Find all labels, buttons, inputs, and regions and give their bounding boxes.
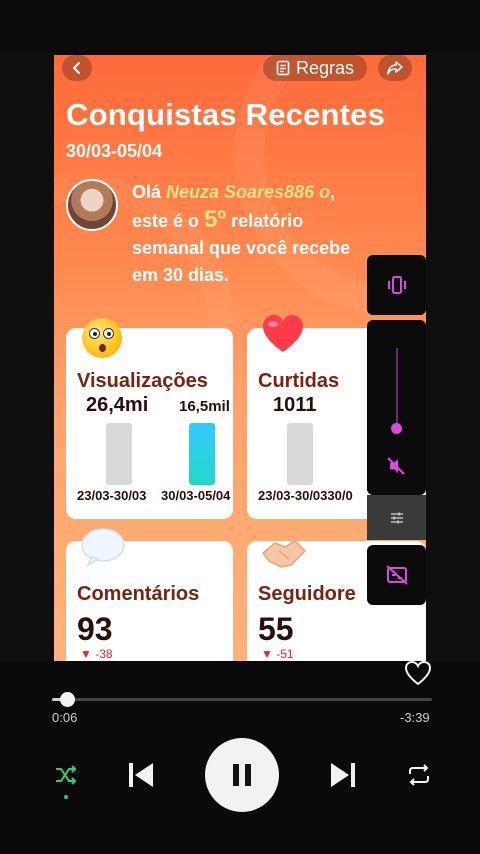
remaining-time: -3:39 [400, 710, 430, 725]
likes-xlabel: 23/03-30/0330/0 [258, 488, 353, 503]
previous-button[interactable] [122, 756, 160, 794]
skip-previous-icon [129, 763, 153, 787]
speech-bubble-icon [81, 528, 125, 567]
views-label: Visualizações [77, 370, 208, 392]
handshake-icon [261, 541, 307, 568]
followers-label: Seguidore [258, 583, 356, 605]
avatar [66, 179, 118, 231]
seek-bar-knob[interactable] [60, 692, 76, 707]
back-button[interactable] [62, 55, 92, 81]
heart-outline-icon[interactable] [404, 660, 432, 686]
shuffle-button[interactable] [50, 760, 82, 790]
shuffle-active-dot [64, 795, 68, 799]
followers-delta-value: -51 [276, 647, 294, 661]
repeat-button[interactable] [402, 760, 436, 790]
captions-off-button[interactable] [367, 545, 426, 605]
views-xlabel-prev: 23/03-30/03 [77, 488, 147, 503]
rules-button[interactable]: Regras [263, 55, 367, 81]
muted-icon[interactable] [385, 455, 407, 477]
greeting-line4: em 30 dias. [132, 265, 230, 285]
repeat-icon [409, 764, 429, 786]
heart-icon [263, 315, 303, 352]
views-bar-prev [106, 423, 132, 485]
views-bar-curr [189, 423, 215, 485]
rules-label: Regras [295, 57, 355, 78]
likes-label: Curtidas [258, 370, 340, 392]
likes-value-prev: 1011 [273, 394, 317, 416]
comments-card[interactable]: Comentários 93 ▼ -38 [66, 528, 233, 661]
skip-next-icon [331, 763, 355, 787]
comments-label: Comentários [77, 583, 200, 605]
greeting-prefix: Olá [132, 182, 167, 202]
report-date-range: 30/03-05/04 [66, 141, 163, 161]
views-value-curr: 16,5mil [179, 398, 230, 415]
right-gutter [426, 52, 480, 662]
greeting-line3: semanal que você recebe [132, 238, 351, 258]
surprised-face-icon [82, 318, 122, 358]
views-value-prev: 26,4mi [86, 394, 149, 416]
volume-knob[interactable] [391, 423, 402, 434]
captions-off-icon [385, 565, 408, 585]
comments-value: 93 [77, 611, 113, 647]
username: Neuza Soares886 o [166, 182, 331, 202]
greeting-comma: , [330, 182, 336, 202]
views-xlabel-curr: 30/03-05/04 [161, 488, 231, 503]
document-icon [276, 60, 290, 76]
seek-bar[interactable] [52, 692, 432, 707]
comments-delta-value: -38 [95, 647, 113, 661]
chevron-left-icon [73, 62, 80, 74]
shuffle-icon [56, 765, 77, 785]
app-root: Regras Conquistas Recentes 30/03-05/04 O… [0, 0, 480, 854]
equalizer-settings-button[interactable] [367, 495, 426, 540]
followers-delta: ▼ -51 [261, 647, 294, 661]
elapsed-time: 0:06 [52, 710, 78, 725]
volume-track [396, 348, 398, 428]
next-button[interactable] [324, 756, 362, 794]
greeting-line2-suffix: relatório [226, 211, 304, 231]
share-button[interactable] [378, 55, 412, 81]
pause-icon [233, 764, 251, 786]
vibration-toggle[interactable] [367, 255, 426, 315]
followers-value: 55 [258, 611, 294, 647]
top-bar [0, 0, 480, 52]
pause-button[interactable] [205, 738, 279, 812]
comments-delta: ▼ -38 [80, 647, 113, 661]
sliders-icon [390, 512, 403, 523]
report-title: Conquistas Recentes [66, 97, 386, 132]
likes-bar-prev [287, 423, 313, 485]
share-arrow-icon [387, 61, 403, 75]
vibrate-icon [387, 276, 406, 294]
greeting-line2-prefix: este é o [132, 211, 205, 231]
report-number: 5º [204, 206, 227, 233]
views-card[interactable]: Visualizações 26,4mi 16,5mil 23/03-30/03… [66, 318, 233, 519]
left-gutter [0, 52, 54, 662]
volume-slider[interactable] [367, 320, 426, 495]
